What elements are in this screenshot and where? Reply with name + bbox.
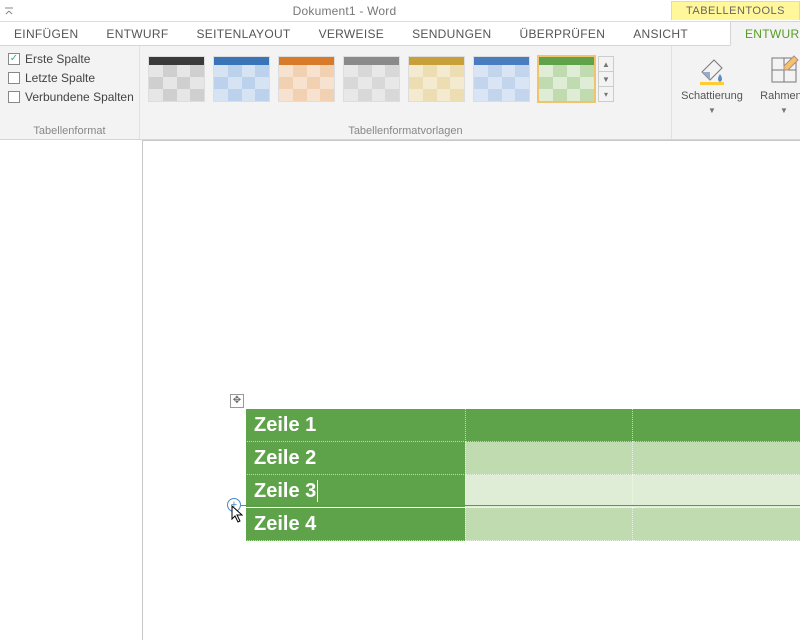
gallery-scroll[interactable]: ▲ ▼ ▾ [598,56,614,102]
style-thumb-plain-dark[interactable] [148,56,205,102]
style-thumb-blue2[interactable] [473,56,530,102]
style-thumb-gray[interactable] [343,56,400,102]
table-row: Zeile 1 [246,409,800,442]
option-label: Verbundene Spalten [25,90,134,104]
checkbox-icon [8,72,20,84]
group-styles: ▲ ▼ ▾ Tabellenformatvorlagen [140,46,672,139]
tab-ansicht[interactable]: ANSICHT [619,22,702,45]
tab-verweise[interactable]: VERWEISE [305,22,399,45]
tab-sendungen[interactable]: SENDUNGEN [398,22,505,45]
option-label: Erste Spalte [25,52,90,66]
table-cell[interactable] [465,409,633,442]
qat-customize-icon[interactable] [0,6,18,16]
rahmen-button[interactable]: Rahmena ▼ [752,48,800,115]
tab-entwurf[interactable]: ENTWURF [92,22,182,45]
style-thumb-green-active[interactable] [538,56,595,102]
table-cell[interactable]: Zeile 2 [246,442,466,475]
gallery-up-icon[interactable]: ▲ [599,57,613,72]
document-area: Zeile 1 Zeile 2 Zeile 3 Zeile 4 + [0,140,800,600]
tab-seitenlayout[interactable]: SEITENLAYOUT [183,22,305,45]
table-move-handle-icon[interactable] [230,394,244,408]
style-thumb-orange[interactable] [278,56,335,102]
group-tabellenformat: Erste Spalte Letzte Spalte Verbundene Sp… [0,46,140,139]
table-cell[interactable] [633,442,800,475]
option-letzte-spalte[interactable]: Letzte Spalte [8,71,143,85]
mouse-cursor-icon [231,505,245,523]
ribbon: Erste Spalte Letzte Spalte Verbundene Sp… [0,46,800,140]
table-row: Zeile 2 [246,442,800,475]
button-label: Rahmena [760,90,800,102]
tab-tools-entwurf[interactable]: ENTWURF [730,21,800,46]
window-title: Dokument1 - Word [18,4,671,18]
borders-icon [768,54,800,86]
option-erste-spalte[interactable]: Erste Spalte [8,52,143,66]
dropdown-icon: ▼ [708,106,716,115]
style-thumb-blue[interactable] [213,56,270,102]
group-title: Tabellenformatvorlagen [140,125,671,137]
gallery-down-icon[interactable]: ▼ [599,72,613,87]
table-cell[interactable]: Zeile 1 [246,409,466,442]
checkbox-icon [8,53,20,65]
insert-line [241,505,800,506]
dropdown-icon: ▼ [780,106,788,115]
table-cell[interactable]: Zeile 4 [246,508,466,541]
table-cell[interactable] [465,508,633,541]
gallery-more-icon[interactable]: ▾ [599,87,613,101]
ribbon-tabs: EINFÜGEN ENTWURF SEITENLAYOUT VERWEISE S… [0,22,800,46]
page[interactable] [142,140,800,640]
document-table[interactable]: Zeile 1 Zeile 2 Zeile 3 Zeile 4 [245,408,800,541]
table-cell[interactable] [633,409,800,442]
table-cell[interactable] [633,508,800,541]
schattierung-button[interactable]: Schattierung ▼ [680,48,744,115]
table-row: Zeile 4 [246,508,800,541]
style-thumb-gold[interactable] [408,56,465,102]
title-bar: Dokument1 - Word TABELLENTOOLS [0,0,800,22]
checkbox-icon [8,91,20,103]
contextual-tab-label: TABELLENTOOLS [671,1,800,20]
tab-einfuegen[interactable]: EINFÜGEN [0,22,92,45]
option-verbundene-spalten[interactable]: Verbundene Spalten [8,90,143,104]
insert-row-indicator[interactable]: + [227,498,800,512]
tab-ueberpruefen[interactable]: ÜBERPRÜFEN [506,22,620,45]
paint-bucket-icon [696,54,728,86]
group-schattierung: Schattierung ▼ [672,46,744,139]
group-title: Tabellenformat [0,125,139,137]
button-label: Schattierung [681,90,743,102]
group-rahmen: Rahmena ▼ [744,46,800,139]
style-gallery[interactable] [148,56,595,102]
option-label: Letzte Spalte [25,71,95,85]
table-cell[interactable] [465,442,633,475]
